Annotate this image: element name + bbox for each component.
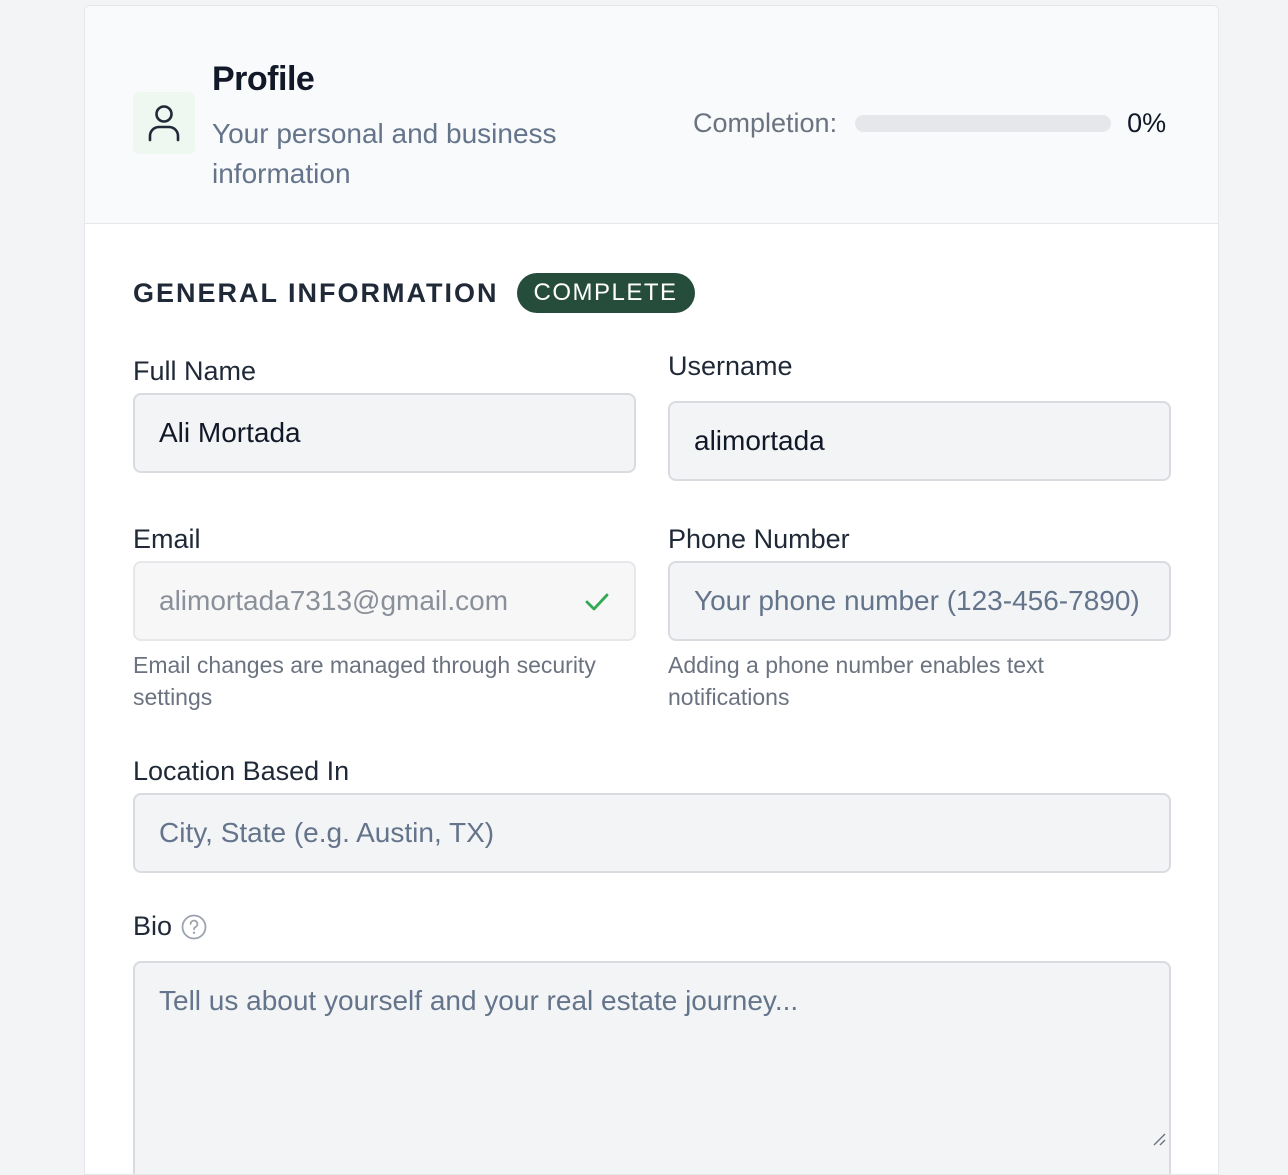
email-hint: Email changes are managed through securi… xyxy=(133,652,596,710)
phone-label: Phone Number xyxy=(668,524,850,554)
profile-card: Profile Your personal and business infor… xyxy=(84,5,1219,1175)
location-placeholder: City, State (e.g. Austin, TX) xyxy=(159,817,495,848)
email-field: alimortada7313@gmail.com xyxy=(133,561,636,641)
phone-hint: Adding a phone number enables text notif… xyxy=(668,652,1044,710)
username-value: alimortada xyxy=(694,425,825,456)
full-name-field[interactable]: Ali Mortada xyxy=(133,393,636,473)
bio-label: Bio xyxy=(133,911,173,941)
check-icon xyxy=(584,589,610,622)
full-name-value: Ali Mortada xyxy=(159,417,301,448)
page-title: Profile xyxy=(212,60,315,98)
email-label: Email xyxy=(133,524,201,554)
bio-textarea[interactable]: Tell us about yourself and your real est… xyxy=(133,961,1171,1174)
question-circle-icon[interactable] xyxy=(181,914,207,940)
completion-indicator: Completion: 0% xyxy=(693,106,1166,140)
bio-placeholder: Tell us about yourself and your real est… xyxy=(159,985,799,1016)
username-label: Username xyxy=(668,351,793,381)
resize-handle-icon[interactable] xyxy=(1150,1121,1166,1153)
profile-header: Profile Your personal and business infor… xyxy=(85,6,1218,224)
phone-input[interactable]: Your phone number (123-456-7890) xyxy=(668,561,1171,641)
section-title: GENERAL INFORMATION xyxy=(133,277,499,308)
email-value: alimortada7313@gmail.com xyxy=(159,585,509,616)
bio-label-row: Bio xyxy=(133,911,207,942)
full-name-label: Full Name xyxy=(133,356,257,386)
completion-value: 0% xyxy=(1127,107,1167,138)
completion-label: Completion: xyxy=(693,107,838,138)
location-label: Location Based In xyxy=(133,756,350,786)
completion-progress-bar xyxy=(855,114,1112,132)
user-icon xyxy=(133,92,195,154)
phone-placeholder: Your phone number (123-456-7890) xyxy=(694,585,1140,616)
location-input[interactable]: City, State (e.g. Austin, TX) xyxy=(133,793,1171,873)
username-field[interactable]: alimortada xyxy=(668,401,1171,481)
section-header: GENERAL INFORMATION COMPLETE xyxy=(133,273,695,313)
page-subtitle: Your personal and business information xyxy=(212,118,557,189)
status-badge: COMPLETE xyxy=(516,273,695,313)
